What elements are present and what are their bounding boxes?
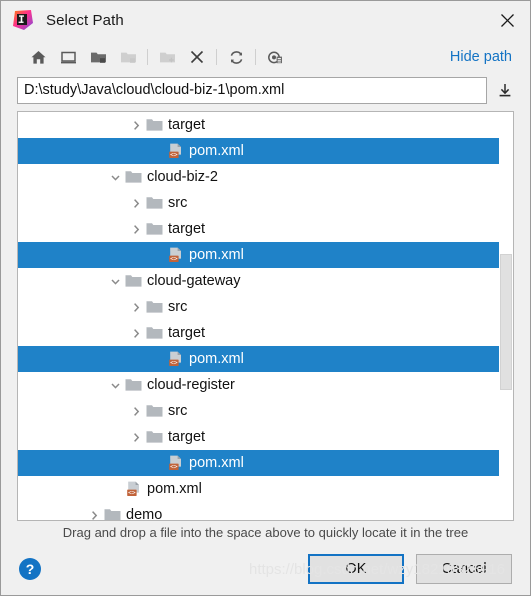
- title-bar: Select Path: [1, 1, 530, 39]
- new-folder-icon: [152, 44, 182, 70]
- tree-row[interactable]: <> pom.xml: [18, 242, 513, 268]
- folder-icon: [124, 272, 142, 290]
- toolbar-separator-3: [255, 49, 256, 65]
- svg-text:<>: <>: [170, 359, 178, 366]
- toolbar: Hide path: [1, 39, 530, 75]
- show-hidden-files-icon[interactable]: [260, 44, 290, 70]
- tree-row-label: target: [168, 325, 206, 341]
- folder-icon: [145, 402, 163, 420]
- folder-icon: [145, 324, 163, 342]
- folder-icon: [145, 428, 163, 446]
- tree-row[interactable]: cloud-register: [18, 372, 513, 398]
- file-tree-panel: target <> pom.xml cloud-biz-2 src target <> pom…: [17, 111, 514, 521]
- tree-scrollbar-track[interactable]: [499, 112, 513, 520]
- folder-icon: [145, 194, 163, 212]
- tree-row[interactable]: src: [18, 294, 513, 320]
- help-button[interactable]: ?: [19, 558, 41, 580]
- chevron-right-icon[interactable]: [127, 112, 145, 138]
- cancel-button[interactable]: Cancel: [416, 554, 512, 584]
- refresh-icon[interactable]: [221, 44, 251, 70]
- module-folder-icon: [113, 44, 143, 70]
- tree-row[interactable]: src: [18, 398, 513, 424]
- button-bar: ? https://blog.csdn.net/wzy18210825916 O…: [1, 543, 530, 595]
- path-row: D:\study\Java\cloud\cloud-biz-1\pom.xml: [1, 75, 530, 105]
- tree-row-label: src: [168, 403, 188, 419]
- window-title: Select Path: [46, 11, 124, 29]
- tree-row[interactable]: target: [18, 112, 513, 138]
- tree-row[interactable]: <> pom.xml: [18, 450, 513, 476]
- ok-button[interactable]: OK: [308, 554, 404, 584]
- maven-xml-icon: <>: [166, 350, 184, 368]
- delete-icon[interactable]: [182, 44, 212, 70]
- tree-row[interactable]: src: [18, 190, 513, 216]
- tree-row[interactable]: <> pom.xml: [18, 346, 513, 372]
- tree-row-label: cloud-gateway: [147, 273, 241, 289]
- tree-row[interactable]: target: [18, 216, 513, 242]
- tree-scrollbar-thumb[interactable]: [500, 254, 512, 390]
- folder-icon: [124, 168, 142, 186]
- chevron-right-icon[interactable]: [85, 502, 103, 520]
- hide-path-link[interactable]: Hide path: [450, 49, 516, 65]
- chevron-right-icon[interactable]: [127, 424, 145, 450]
- maven-xml-icon: <>: [124, 480, 142, 498]
- intellij-idea-logo-icon: [12, 9, 34, 31]
- tree-row-label: src: [168, 195, 188, 211]
- chevron-right-icon[interactable]: [127, 294, 145, 320]
- file-tree[interactable]: target <> pom.xml cloud-biz-2 src target <> pom…: [18, 112, 513, 520]
- drag-drop-hint: Drag and drop a file into the space abov…: [62, 524, 469, 540]
- tree-row-label: target: [168, 429, 206, 445]
- tree-row-label: target: [168, 221, 206, 237]
- toolbar-separator-1: [147, 49, 148, 65]
- chevron-down-icon[interactable]: [106, 164, 124, 190]
- chevron-down-icon[interactable]: [106, 268, 124, 294]
- select-path-dialog: Select Path Hide path D:\study\Java\clou…: [0, 0, 531, 596]
- chevron-right-icon[interactable]: [127, 320, 145, 346]
- tree-row-label: pom.xml: [189, 455, 244, 471]
- tree-row[interactable]: target: [18, 424, 513, 450]
- tree-row[interactable]: cloud-gateway: [18, 268, 513, 294]
- tree-row-label: demo: [126, 507, 163, 520]
- tree-row-label: pom.xml: [189, 143, 244, 159]
- project-folder-icon[interactable]: [83, 44, 113, 70]
- tree-row[interactable]: cloud-biz-2: [18, 164, 513, 190]
- svg-text:<>: <>: [170, 255, 178, 262]
- maven-xml-icon: <>: [166, 454, 184, 472]
- tree-row-label: cloud-biz-2: [147, 169, 218, 185]
- dialog-actions: OK Cancel: [308, 554, 512, 584]
- download-icon[interactable]: [492, 77, 518, 103]
- chevron-right-icon[interactable]: [127, 190, 145, 216]
- tree-row-label: pom.xml: [189, 351, 244, 367]
- folder-icon: [145, 116, 163, 134]
- chevron-right-icon[interactable]: [127, 216, 145, 242]
- tree-row[interactable]: <> pom.xml: [18, 476, 513, 502]
- maven-xml-icon: <>: [166, 142, 184, 160]
- tree-row-label: pom.xml: [189, 247, 244, 263]
- home-icon[interactable]: [23, 44, 53, 70]
- close-button[interactable]: [484, 1, 530, 39]
- svg-text:<>: <>: [170, 151, 178, 158]
- tree-row-label: cloud-register: [147, 377, 235, 393]
- folder-icon: [124, 376, 142, 394]
- desktop-icon[interactable]: [53, 44, 83, 70]
- folder-icon: [145, 298, 163, 316]
- svg-text:<>: <>: [128, 489, 136, 496]
- chevron-down-icon[interactable]: [106, 372, 124, 398]
- tree-row[interactable]: demo: [18, 502, 513, 520]
- maven-xml-icon: <>: [166, 246, 184, 264]
- folder-icon: [103, 506, 121, 520]
- tree-row-label: src: [168, 299, 188, 315]
- folder-icon: [145, 220, 163, 238]
- tree-row[interactable]: <> pom.xml: [18, 138, 513, 164]
- chevron-right-icon[interactable]: [127, 398, 145, 424]
- svg-text:<>: <>: [170, 463, 178, 470]
- tree-row-label: target: [168, 117, 206, 133]
- toolbar-separator-2: [216, 49, 217, 65]
- tree-row[interactable]: target: [18, 320, 513, 346]
- tree-row-label: pom.xml: [147, 481, 202, 497]
- path-input[interactable]: D:\study\Java\cloud\cloud-biz-1\pom.xml: [17, 76, 487, 104]
